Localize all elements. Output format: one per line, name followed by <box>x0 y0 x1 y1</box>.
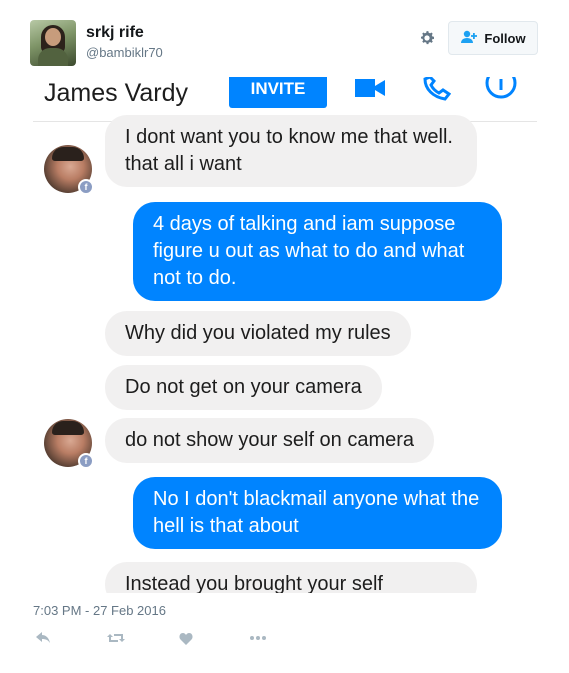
sender-avatar: f <box>44 145 94 195</box>
tweet-timestamp[interactable]: 7:03 PM - 27 Feb 2016 <box>33 603 166 618</box>
sender-avatar: f <box>44 419 94 469</box>
phone-icon <box>423 77 452 101</box>
video-camera-icon <box>355 79 385 99</box>
author-handle[interactable]: @bambiklr70 <box>86 45 163 60</box>
author-avatar[interactable] <box>30 20 76 66</box>
message-bubble-incoming: Do not get on your camera <box>105 365 382 410</box>
message-bubble-outgoing: 4 days of talking and iam suppose figure… <box>133 202 502 301</box>
facebook-badge-icon: f <box>78 179 94 195</box>
message-bubble-incoming: I dont want you to know me that well. th… <box>105 115 477 187</box>
invite-button: INVITE <box>229 77 327 108</box>
like-icon[interactable] <box>176 628 196 648</box>
follow-label: Follow <box>484 30 526 46</box>
tweet-header: srkj rife @bambiklr70 Follow <box>30 20 540 70</box>
add-user-icon <box>460 30 478 47</box>
follow-button[interactable]: Follow <box>448 21 538 55</box>
message-bubble-outgoing: No I don't blackmail anyone what the hel… <box>133 477 502 549</box>
reply-icon[interactable] <box>33 628 53 648</box>
more-icon[interactable] <box>248 628 268 648</box>
message-bubble-incoming: do not show your self on camera <box>105 418 435 463</box>
retweet-icon[interactable] <box>106 628 126 648</box>
contact-name: James Vardy <box>44 79 189 107</box>
author-name[interactable]: srkj rife <box>86 24 144 42</box>
facebook-badge-icon: f <box>78 453 94 469</box>
message-bubble-incoming: Instead you brought your self <box>105 562 477 593</box>
info-icon <box>485 77 517 105</box>
embedded-messenger-screenshot[interactable]: James Vardy INVITE f I dont want you to … <box>33 77 537 593</box>
gear-icon[interactable] <box>415 26 439 50</box>
message-bubble-incoming: Why did you violated my rules <box>105 311 411 356</box>
